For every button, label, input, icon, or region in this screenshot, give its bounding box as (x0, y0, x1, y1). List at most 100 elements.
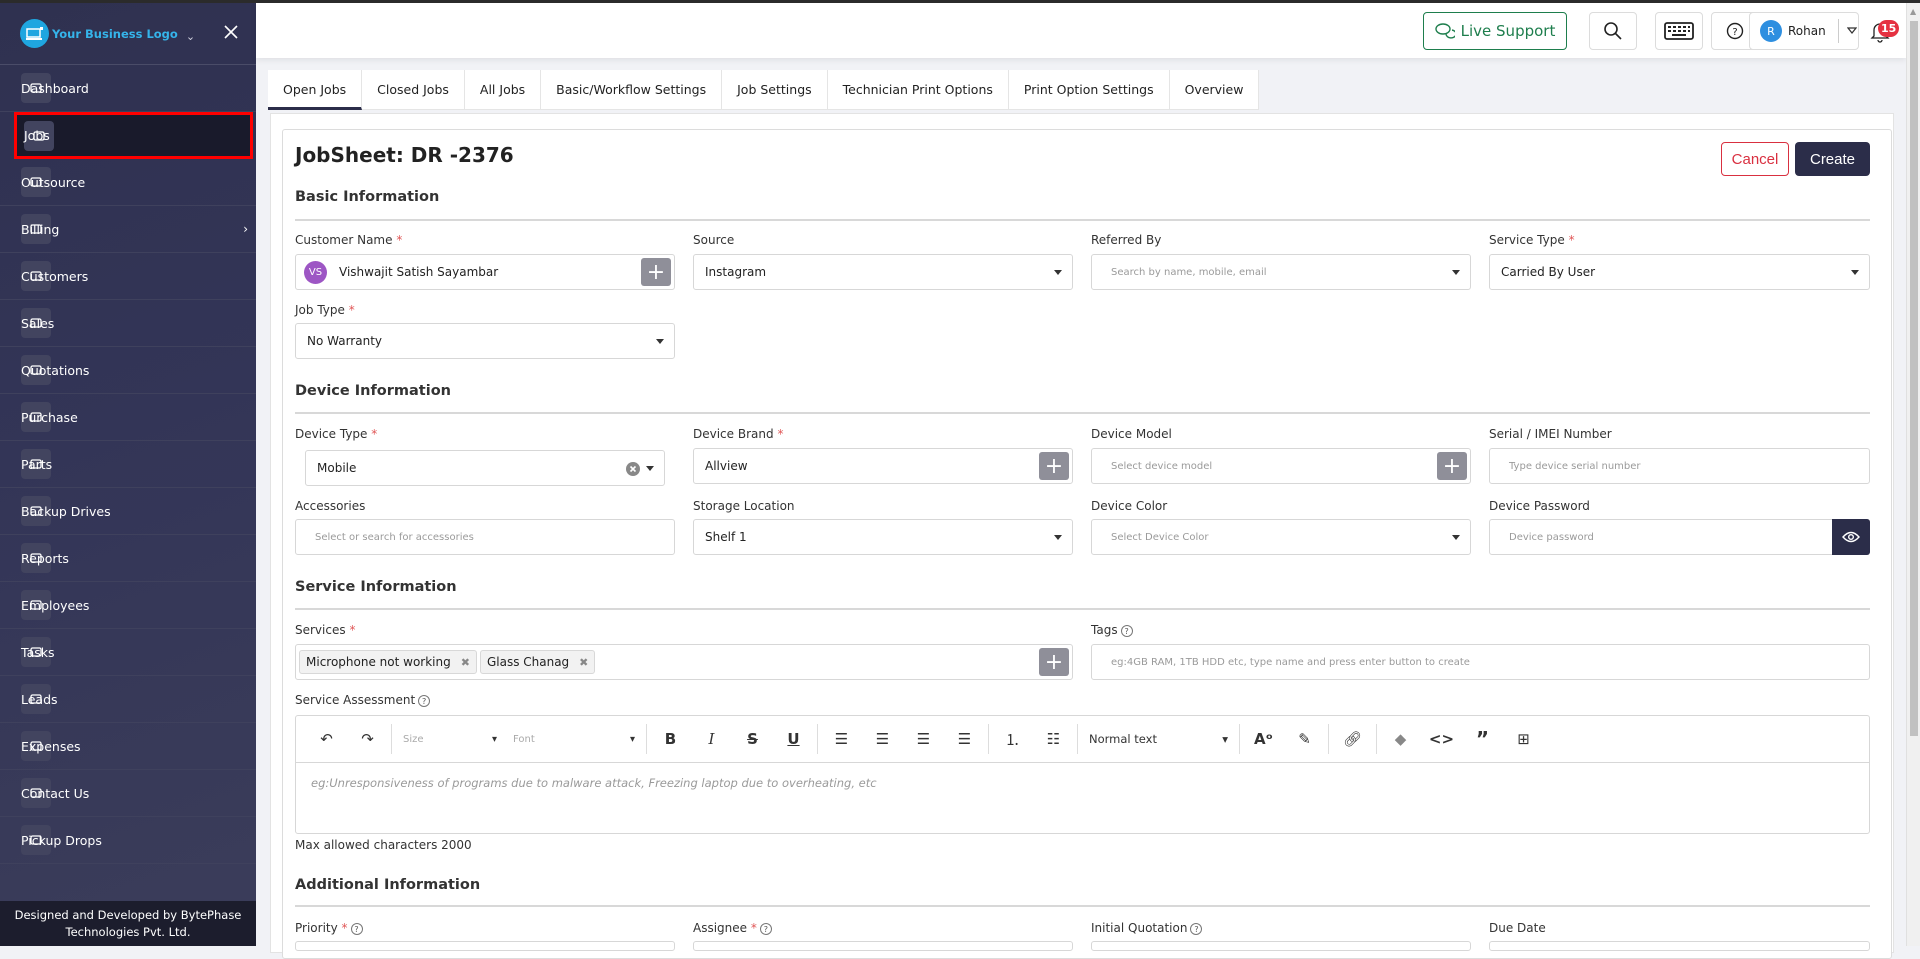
remove-chip-icon[interactable]: ✖ (461, 656, 470, 669)
eraser-icon[interactable]: ◆ (1380, 724, 1421, 754)
align-left-icon[interactable]: ☰ (821, 724, 862, 754)
page-scrollbar[interactable]: ▲ (1906, 3, 1920, 946)
accessories-select[interactable]: Select or search for accessories (295, 519, 675, 555)
sidebar-item-purchase[interactable]: Purchase (0, 394, 256, 441)
job-type-select[interactable]: No Warranty (295, 323, 675, 359)
scrollbar-thumb[interactable] (1910, 21, 1918, 736)
help-circle-icon[interactable]: ? (418, 694, 431, 707)
strikethrough-icon[interactable]: S (732, 724, 773, 754)
editor-body[interactable]: eg:Unresponsiveness of programs due to m… (296, 763, 1869, 803)
add-customer-button[interactable]: + (641, 258, 671, 286)
sidebar-item-expenses[interactable]: Expenses (0, 723, 256, 770)
sidebar-item-tasks[interactable]: Tasks (0, 629, 256, 676)
tab-closed-jobs[interactable]: Closed Jobs (362, 70, 465, 110)
services-multiselect[interactable]: Microphone not working ✖ Glass Chanag ✖ + (295, 644, 1073, 680)
user-menu-button[interactable]: R Rohan (1749, 12, 1859, 50)
bold-icon[interactable]: B (650, 724, 691, 754)
quote-icon[interactable]: ” (1462, 724, 1503, 754)
sidebar-item-quotations[interactable]: Quotations (0, 347, 256, 394)
sidebar-item-employees[interactable]: Employees (0, 582, 256, 629)
due-date-input[interactable] (1489, 941, 1870, 951)
text-style-select[interactable]: Normal text ▾ (1081, 732, 1236, 746)
service-assessment-editor[interactable]: ↶ ↷ Size ▾ Font ▾ B I S U ☰ ☰ ☰ ☰ ⒈ ☷ Norm… (295, 715, 1870, 834)
search-button[interactable] (1589, 12, 1637, 50)
help-circle-icon[interactable]: ? (350, 922, 363, 935)
live-support-button[interactable]: Live Support (1423, 12, 1567, 50)
sidebar-item-billing[interactable]: Billing › (0, 206, 256, 253)
priority-select[interactable] (295, 941, 675, 951)
tags-input[interactable]: eg:4GB RAM, 1TB HDD etc, type name and p… (1091, 644, 1870, 680)
sidebar-item-pickup-drops[interactable]: Pickup Drops (0, 817, 256, 864)
tab-print-option-settings[interactable]: Print Option Settings (1009, 70, 1170, 110)
align-center-icon[interactable]: ☰ (862, 724, 903, 754)
help-circle-icon[interactable]: ? (1190, 922, 1203, 935)
sidebar-item-leads[interactable]: Leads (0, 676, 256, 723)
sidebar-item-reports[interactable]: Reports (0, 535, 256, 582)
device-color-label: Device Color (1091, 499, 1168, 513)
code-icon[interactable]: <> (1421, 724, 1462, 754)
device-password-input[interactable]: Device password (1489, 519, 1870, 555)
sidebar-item-label: Leads (21, 691, 58, 707)
device-type-select[interactable]: Mobile (305, 450, 665, 486)
highlight-icon[interactable]: ✎ (1284, 724, 1325, 754)
help-circle-icon[interactable]: ? (1120, 624, 1133, 637)
link-icon[interactable]: 🔗︎ (1332, 724, 1373, 754)
serial-input[interactable]: Type device serial number (1489, 448, 1870, 484)
underline-icon[interactable]: U (773, 724, 814, 754)
help-circle-icon[interactable]: ? (759, 922, 772, 935)
align-justify-icon[interactable]: ☰ (944, 724, 985, 754)
tab-technician-print-options[interactable]: Technician Print Options (828, 70, 1009, 110)
assignee-select[interactable] (693, 941, 1073, 951)
insert-table-icon[interactable]: ⊞ (1503, 724, 1544, 754)
initial-quotation-input[interactable] (1091, 941, 1471, 951)
text-color-icon[interactable]: Aᵒ (1243, 724, 1284, 754)
add-model-button[interactable]: + (1437, 452, 1467, 480)
tab-all-jobs[interactable]: All Jobs (465, 70, 542, 110)
sidebar-item-jobs[interactable]: Jobs (14, 112, 253, 159)
source-select[interactable]: Instagram (693, 254, 1073, 290)
sidebar-item-backup-drives[interactable]: Backup Drives (0, 488, 256, 535)
toggle-password-button[interactable] (1832, 519, 1870, 555)
sidebar-item-dashboard[interactable]: Dashboard (0, 65, 256, 112)
service-type-select[interactable]: Carried By User (1489, 254, 1870, 290)
ordered-list-icon[interactable]: ⒈ (992, 724, 1033, 754)
referred-by-select[interactable]: Search by name, mobile, email (1091, 254, 1471, 290)
device-model-field[interactable]: Select device model + (1091, 448, 1471, 484)
tab-basic-workflow-settings[interactable]: Basic/Workflow Settings (541, 70, 723, 110)
label-text: Service Type (1489, 233, 1565, 247)
add-brand-button[interactable]: + (1039, 452, 1069, 480)
device-color-select[interactable]: Select Device Color (1091, 519, 1471, 555)
tab-job-settings[interactable]: Job Settings (722, 70, 828, 110)
font-family-select[interactable]: Font ▾ (505, 734, 643, 745)
storage-location-select[interactable]: Shelf 1 (693, 519, 1073, 555)
required-marker: * (750, 921, 757, 935)
tab-open-jobs[interactable]: Open Jobs (268, 70, 363, 110)
keyboard-shortcuts-button[interactable] (1655, 12, 1703, 50)
divider (295, 219, 1870, 221)
device-brand-field[interactable]: Allview + (693, 448, 1073, 484)
redo-icon[interactable]: ↷ (347, 724, 388, 754)
tab-overview[interactable]: Overview (1170, 70, 1260, 110)
add-service-button[interactable]: + (1039, 648, 1069, 676)
sidebar-item-parts[interactable]: Parts (0, 441, 256, 488)
chevron-down-icon[interactable]: ⌄ (186, 30, 195, 43)
close-icon[interactable] (222, 23, 240, 41)
unordered-list-icon[interactable]: ☷ (1033, 724, 1074, 754)
font-size-select[interactable]: Size ▾ (395, 734, 505, 745)
sidebar-item-contact-us[interactable]: Contact Us (0, 770, 256, 817)
business-logo-text[interactable]: Your Business Logo (52, 27, 178, 41)
align-right-icon[interactable]: ☰ (903, 724, 944, 754)
italic-icon[interactable]: I (691, 724, 732, 754)
toolbar-divider (646, 724, 647, 754)
scroll-up-icon[interactable]: ▲ (1910, 7, 1916, 16)
sidebar-item-customers[interactable]: Customers (0, 253, 256, 300)
accessories-placeholder: Select or search for accessories (315, 531, 474, 543)
cancel-button[interactable]: Cancel (1721, 142, 1789, 176)
clear-icon[interactable] (626, 462, 640, 476)
remove-chip-icon[interactable]: ✖ (579, 656, 588, 669)
sidebar-item-sales[interactable]: Sales (0, 300, 256, 347)
customer-name-field[interactable]: VS Vishwajit Satish Sayambar + (295, 254, 675, 290)
sidebar-item-outsource[interactable]: Outsource (0, 159, 256, 206)
create-button[interactable]: Create (1795, 142, 1870, 176)
undo-icon[interactable]: ↶ (306, 724, 347, 754)
